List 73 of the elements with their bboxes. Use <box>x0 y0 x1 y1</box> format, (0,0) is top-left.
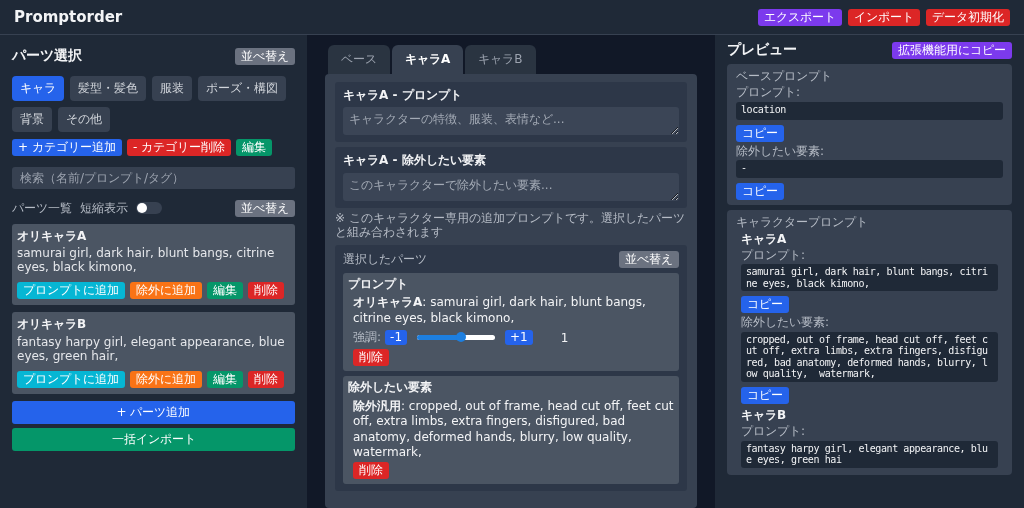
group-title: プロンプト <box>348 276 409 291</box>
category-tab[interactable]: 髪型・髪色 <box>70 76 146 101</box>
tab[interactable]: ベース <box>328 45 390 74</box>
part-action-button[interactable]: 除外に追加 <box>130 370 202 388</box>
compact-toggle[interactable] <box>136 202 162 215</box>
input-field[interactable]: キャラクターの特徴、服装、表情など... <box>343 107 679 136</box>
increase-button[interactable]: +1 <box>505 330 533 346</box>
emphasis-slider[interactable] <box>417 335 495 341</box>
category-tab[interactable]: ポーズ・構図 <box>198 76 286 101</box>
copy-extension-button[interactable]: 拡張機能用にコピー <box>892 41 1012 59</box>
category-action-button[interactable]: + カテゴリー追加 <box>12 139 122 156</box>
section-title: 選択したパーツ <box>343 251 427 267</box>
prompt-output: cropped, out of frame, head cut off, feet cut off, extra limbs, extra fingers, disfigured, bad anatomy, deformed hands, blurry, low quality, watermark, <box>741 331 998 382</box>
sort-button[interactable]: 並べ替え <box>619 250 679 268</box>
part-action-button[interactable]: 編集 <box>207 282 243 300</box>
category-action-button[interactable]: - カテゴリー削除 <box>126 139 232 156</box>
copy-button[interactable]: コピー <box>741 296 789 314</box>
delete-button[interactable]: 削除 <box>353 461 389 479</box>
character-name: キャラA <box>741 231 788 246</box>
category-action-button[interactable]: 編集 <box>236 139 273 156</box>
emphasis-label: 強調: <box>353 330 382 345</box>
category-tab[interactable]: その他 <box>58 107 110 132</box>
prompt-output: fantasy harpy girl, elegant appearance, blue eyes, green hai <box>741 440 998 468</box>
bulk-import-button[interactable]: 一括インポート <box>12 427 295 451</box>
card-title: ベースプロンプト <box>736 69 833 84</box>
delete-button[interactable]: 削除 <box>353 349 389 367</box>
toggle-label: 短縮表示 <box>80 201 128 216</box>
part-name: オリキャラB <box>17 317 88 332</box>
header-button[interactable]: インポート <box>848 8 920 26</box>
input-field[interactable]: このキャラクターで除外したい要素... <box>343 172 679 201</box>
group-title: 除外したい要素 <box>348 380 433 395</box>
sort-button[interactable]: 並べ替え <box>235 200 295 217</box>
part-action-button[interactable]: 削除 <box>248 282 284 300</box>
list-title: パーツ一覧 <box>12 201 72 216</box>
panel-title: プレビュー <box>727 41 797 59</box>
header-button[interactable]: データ初期化 <box>926 8 1010 26</box>
field-label: 除外したい要素: <box>741 315 831 330</box>
character-name: キャラB <box>741 407 788 423</box>
decrease-button[interactable]: -1 <box>385 330 407 346</box>
tab[interactable]: キャラA <box>392 45 464 74</box>
sort-button[interactable]: 並べ替え <box>235 47 295 65</box>
field-label: プロンプト: <box>736 85 802 100</box>
category-tab[interactable]: 背景 <box>12 107 52 132</box>
category-tab[interactable]: キャラ <box>12 76 64 101</box>
copy-button[interactable]: コピー <box>741 386 789 404</box>
section-title: キャラA - プロンプト <box>343 88 463 103</box>
emphasis-value: 1 <box>560 330 569 345</box>
copy-button[interactable]: コピー <box>736 183 784 201</box>
section-title: キャラA - 除外したい要素 <box>343 153 487 168</box>
tab[interactable]: キャラB <box>465 45 536 74</box>
field-label: プロンプト: <box>741 424 807 439</box>
app-title: Promptorder <box>14 8 123 26</box>
note-text: ※ このキャラクター専用の追加プロンプトです。選択したパーツと組み合わされます <box>335 210 686 240</box>
copy-button[interactable]: コピー <box>736 124 784 142</box>
prompt-output: - <box>736 160 1003 179</box>
add-part-button[interactable]: + パーツ追加 <box>12 400 295 424</box>
part-text: オリキャラA: samurai girl, dark hair, blunt bangs, citrine eyes, black kimono, <box>353 294 647 327</box>
panel-title: パーツ選択 <box>12 47 82 65</box>
card-title: キャラクタープロンプト <box>736 215 869 230</box>
category-tab[interactable]: 服装 <box>152 76 192 101</box>
prompt-output: location <box>736 101 1003 120</box>
part-action-button[interactable]: 編集 <box>207 370 243 388</box>
part-action-button[interactable]: 除外に追加 <box>130 282 202 300</box>
part-name: オリキャラA <box>17 229 88 244</box>
part-prompt: samurai girl, dark hair, blunt bangs, citrine eyes, black kimono, <box>17 246 276 275</box>
prompt-output: samurai girl, dark hair, blunt bangs, citrine eyes, black kimono, <box>741 264 998 292</box>
search-field[interactable]: 検索（名前/プロンプト/タグ） <box>12 167 295 189</box>
header-button[interactable]: エクスポート <box>758 8 842 26</box>
part-prompt: fantasy harpy girl, elegant appearance, blue eyes, green hair, <box>17 334 286 363</box>
field-label: 除外したい要素: <box>736 143 826 159</box>
part-text: 除外汎用: cropped, out of frame, head cut off, feet cut off, extra limbs, extra fingers, disfigured, bad anatomy, deformed hands, blurry, low quality, watermark, <box>353 398 674 461</box>
part-action-button[interactable]: 削除 <box>248 370 284 388</box>
field-label: プロンプト: <box>741 247 807 263</box>
